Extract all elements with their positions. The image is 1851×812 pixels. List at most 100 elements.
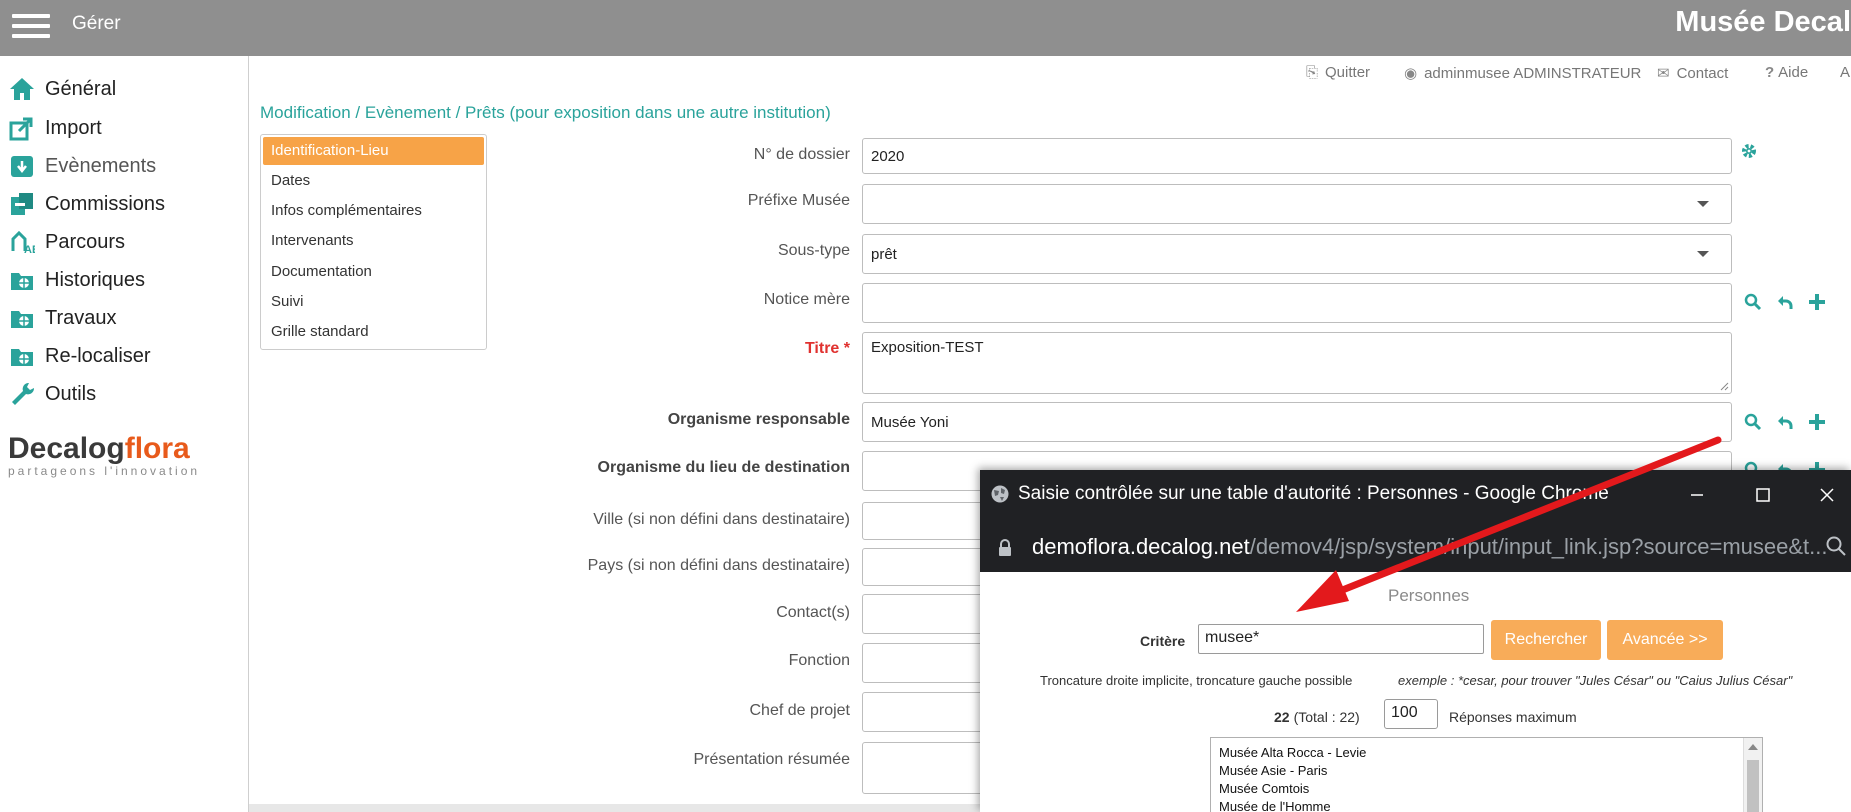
soustype-label: Sous-type	[777, 242, 850, 259]
sidebar-item-import[interactable]: Import	[8, 111, 102, 145]
max-results-input[interactable]: 100	[1384, 699, 1438, 729]
tab-intervenants[interactable]: Intervenants	[263, 227, 484, 255]
resize-handle-icon[interactable]	[1719, 381, 1729, 391]
tab-suivi[interactable]: Suivi	[263, 288, 484, 316]
undo-icon[interactable]	[1772, 409, 1798, 435]
sidebar-item-label: Commissions	[45, 192, 166, 215]
org-dest-label: Organisme du lieu de destination	[597, 459, 850, 476]
org-resp-field[interactable]: Musée Yoni	[862, 402, 1732, 442]
result-count: 22 (Total : 22)	[1274, 709, 1360, 725]
import-icon	[8, 114, 36, 142]
sidebar-item-label: Outils	[45, 382, 97, 405]
question-icon: ?	[1765, 64, 1775, 81]
tab-identification-lieu[interactable]: Identification-Lieu	[263, 137, 484, 165]
sidebar-item-general[interactable]: Général	[8, 72, 116, 106]
search-icon[interactable]	[1740, 289, 1766, 315]
popup-content: Personnes Critère musee* Rechercher Avan…	[980, 572, 1851, 812]
titre-textarea[interactable]: Exposition-TEST	[862, 332, 1732, 394]
tab-documentation[interactable]: Documentation	[263, 258, 484, 286]
notice-label: Notice mère	[763, 291, 850, 308]
max-results-label: Réponses maximum	[1449, 709, 1577, 725]
quit-link[interactable]: ⎘ Quitter	[1306, 64, 1370, 81]
sidebar-item-label: Import	[45, 116, 102, 139]
close-icon[interactable]	[1810, 478, 1844, 512]
prefixe-label: Préfixe Musée	[747, 192, 850, 209]
tab-infos-complementaires[interactable]: Infos complémentaires	[263, 197, 484, 225]
pays-label: Pays (si non défini dans destinataire)	[587, 557, 850, 574]
lock-icon	[998, 537, 1012, 563]
contacts-label: Contact(s)	[776, 604, 850, 621]
notice-field[interactable]	[862, 283, 1732, 323]
prefixe-select[interactable]	[862, 184, 1732, 224]
help-link[interactable]: ? Aide	[1765, 64, 1808, 81]
popup-url[interactable]: demoflora.decalog.net/demov4/jsp/system/…	[1032, 534, 1828, 560]
plus-icon[interactable]	[1804, 409, 1830, 435]
decalog-flora-logo: Decalogflora partageons l'innovation	[8, 432, 201, 478]
results-listbox[interactable]: Musée Alta Rocca - Levie Musée Asie - Pa…	[1210, 737, 1763, 812]
tab-grille-standard[interactable]: Grille standard	[263, 318, 484, 346]
hamburger-menu-icon[interactable]	[12, 10, 50, 40]
truncation-example: exemple : *cesar, pour trouver "Jules Cé…	[1398, 673, 1793, 688]
sidebar-item-travaux[interactable]: Travaux	[8, 301, 117, 335]
list-scrollbar[interactable]	[1743, 738, 1762, 812]
list-item[interactable]: Musée Asie - Paris	[1219, 763, 1327, 778]
sidebar-item-relocaliser[interactable]: Re-localiser	[8, 339, 151, 373]
contact-link[interactable]: ✉ Contact	[1657, 64, 1728, 83]
parcours-icon: AB	[8, 228, 36, 256]
wrench-icon	[8, 380, 36, 408]
sidebar-item-historiques[interactable]: Historiques	[8, 263, 145, 297]
minimize-icon[interactable]	[1680, 478, 1714, 512]
envelope-icon: ✉	[1657, 65, 1670, 82]
org-resp-actions	[1740, 409, 1836, 435]
user-icon: ◉	[1404, 65, 1418, 82]
sidebar-item-evenements[interactable]: Evènements	[8, 149, 156, 183]
popup-heading: Personnes	[1388, 586, 1470, 605]
popup-window-title: Saisie contrôlée sur une table d'autorit…	[1018, 483, 1609, 504]
truncation-help: Troncature droite implicite, troncature …	[1040, 673, 1353, 688]
app-brand: Musée Decal	[1675, 6, 1851, 38]
scroll-up-icon[interactable]	[1748, 744, 1758, 750]
dossier-field[interactable]: 2020	[862, 138, 1732, 174]
fonction-label: Fonction	[788, 652, 850, 669]
list-item[interactable]: Musée de l'Homme	[1219, 799, 1331, 812]
list-item[interactable]: Musée Alta Rocca - Levie	[1219, 745, 1366, 760]
popup-address-bar[interactable]: demoflora.decalog.net/demov4/jsp/system/…	[980, 520, 1851, 572]
user-link[interactable]: ◉ adminmusee ADMINSTRATEUR	[1404, 64, 1641, 83]
chevron-down-icon	[1697, 201, 1709, 207]
soustype-select[interactable]: prêt	[862, 234, 1732, 274]
extra-link[interactable]: A	[1840, 64, 1850, 81]
top-bar: Gérer Musée Decal	[0, 0, 1851, 56]
globe-icon	[990, 484, 1010, 510]
historiques-icon	[8, 266, 36, 294]
svg-text:AB: AB	[24, 244, 35, 255]
criteria-input[interactable]: musee*	[1198, 624, 1484, 654]
titre-label: Titre *	[804, 340, 850, 357]
sidebar-item-label: Travaux	[45, 306, 117, 329]
search-button[interactable]: Rechercher	[1491, 620, 1601, 660]
sidebar-item-label: Historiques	[45, 268, 146, 291]
list-item[interactable]: Musée Comtois	[1219, 781, 1309, 796]
dossier-label: N° de dossier	[753, 146, 850, 163]
breadcrumb[interactable]: Modification / Evènement / Prêts (pour e…	[260, 103, 831, 123]
undo-icon[interactable]	[1772, 289, 1798, 315]
settings-gear-icon[interactable]	[1740, 142, 1758, 160]
advanced-button[interactable]: Avancée >>	[1607, 620, 1723, 660]
sidebar-item-commissions[interactable]: Commissions	[8, 187, 165, 221]
chevron-down-icon	[1697, 251, 1709, 257]
zoom-icon[interactable]	[1825, 535, 1847, 563]
sidebar-item-label: Parcours	[45, 230, 126, 253]
sidebar-item-parcours[interactable]: AB Parcours	[8, 225, 125, 259]
menu-label[interactable]: Gérer	[72, 13, 121, 35]
commissions-icon	[8, 190, 36, 218]
popup-title-bar[interactable]: Saisie contrôlée sur une table d'autorit…	[980, 470, 1851, 520]
search-icon[interactable]	[1740, 409, 1766, 435]
tab-dates[interactable]: Dates	[263, 167, 484, 195]
relocaliser-icon	[8, 342, 36, 370]
sidebar-item-label: Général	[45, 77, 117, 100]
ville-label: Ville (si non défini dans destinataire)	[593, 511, 850, 528]
plus-icon[interactable]	[1804, 289, 1830, 315]
criteria-label: Critère	[1140, 633, 1186, 649]
sidebar-item-outils[interactable]: Outils	[8, 377, 96, 411]
maximize-icon[interactable]	[1746, 478, 1780, 512]
chef-label: Chef de projet	[749, 702, 850, 719]
